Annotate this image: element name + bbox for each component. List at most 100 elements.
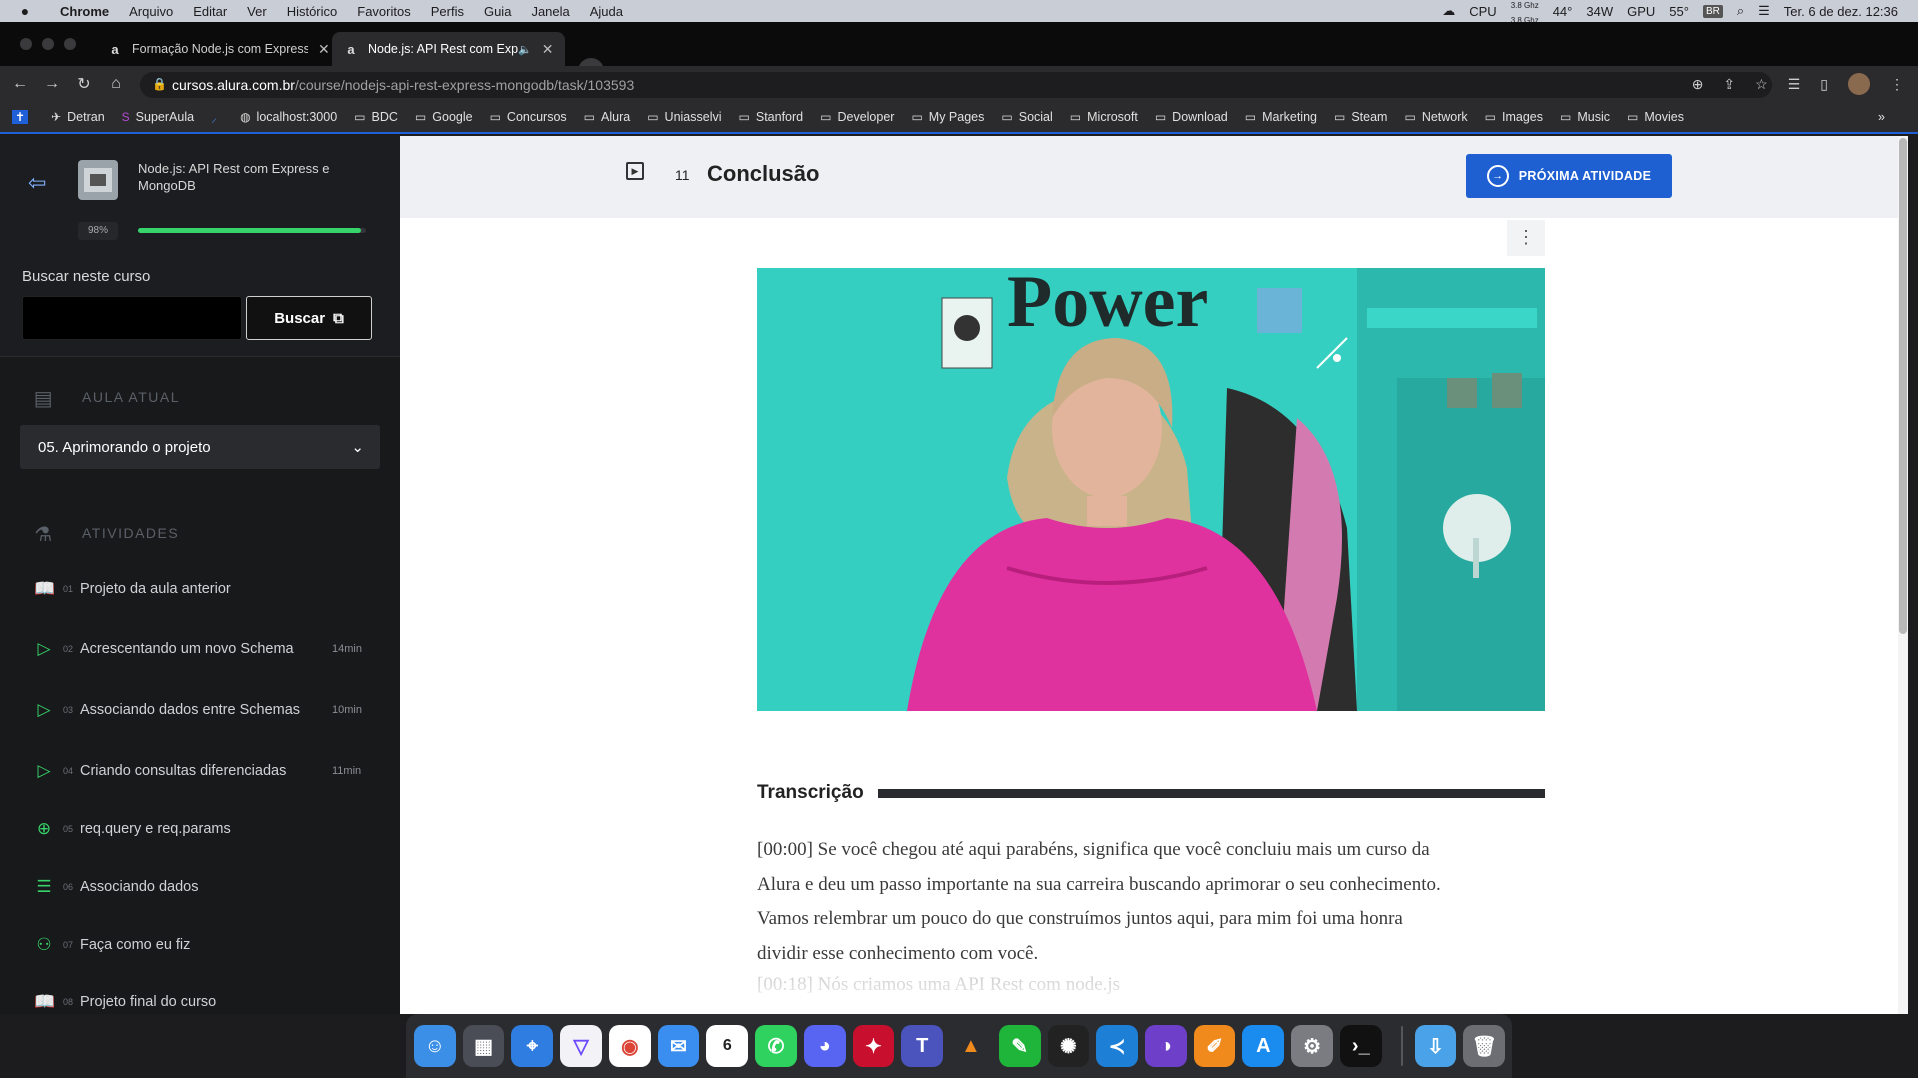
- teams-icon[interactable]: T: [901, 1025, 944, 1067]
- back-arrow-icon[interactable]: ←: [4, 75, 36, 93]
- forward-arrow-icon[interactable]: →: [36, 75, 68, 93]
- bookmark-folder-images[interactable]: ▭ Images: [1485, 110, 1543, 124]
- bookmark-folder-bdc[interactable]: ▭ BDC: [354, 110, 398, 124]
- bookmark-folder-social[interactable]: ▭ Social: [1001, 110, 1052, 124]
- current-lesson-dropdown[interactable]: 05. Aprimorando o projeto ⌄: [20, 425, 380, 469]
- menu-app-chrome[interactable]: Chrome: [60, 4, 109, 19]
- reading-list-icon[interactable]: ☰: [1788, 76, 1801, 93]
- menu-ver[interactable]: Ver: [247, 4, 267, 19]
- discord-icon[interactable]: ◕: [803, 1025, 846, 1067]
- apple-menu-icon[interactable]: ●: [18, 3, 32, 19]
- reload-icon[interactable]: ↻: [68, 74, 100, 94]
- zoom-window-button[interactable]: [64, 38, 76, 50]
- bookmark-folder-steam[interactable]: ▭ Steam: [1334, 110, 1387, 124]
- tab-formacao-nodejs[interactable]: a Formação Node.js com Express ✕: [96, 32, 342, 66]
- menu-favoritos[interactable]: Favoritos: [357, 4, 410, 19]
- back-to-course-icon[interactable]: ⇦: [28, 170, 46, 196]
- bookmark-folder-alura[interactable]: ▭ Alura: [584, 110, 631, 124]
- menu-ajuda[interactable]: Ajuda: [590, 4, 623, 19]
- zoom-icon[interactable]: ⊕: [1692, 76, 1704, 93]
- scrollbar-thumb[interactable]: [1899, 138, 1907, 634]
- bookmark-folder-stanford[interactable]: ▭ Stanford: [739, 110, 804, 124]
- bookmark-superaula[interactable]: S SuperAula: [122, 110, 194, 124]
- menu-perfis[interactable]: Perfis: [431, 4, 464, 19]
- chrome-menu-icon[interactable]: ⋮: [1890, 76, 1904, 93]
- bookmark-folder-google[interactable]: ▭ Google: [415, 110, 473, 124]
- safari-icon[interactable]: ⌖: [511, 1025, 554, 1067]
- side-panel-icon[interactable]: ▯: [1820, 76, 1828, 93]
- activity-item[interactable]: ▷ 02 Acrescentando um novo Schema 14min: [0, 634, 400, 664]
- activity-item[interactable]: ▷ 03 Associando dados entre Schemas 10mi…: [0, 695, 400, 725]
- bookmark-star-icon[interactable]: ☆: [1755, 76, 1768, 93]
- next-activity-button[interactable]: → PRÓXIMA ATIVIDADE: [1466, 154, 1672, 198]
- bookmark-folder-my-pages[interactable]: ▭ My Pages: [911, 110, 984, 124]
- mail-icon[interactable]: ✉: [657, 1025, 700, 1067]
- activity-item[interactable]: ⚇ 07 Faça como eu fiz: [0, 930, 400, 960]
- terminal-icon[interactable]: ›_: [1339, 1025, 1382, 1067]
- bookmark-pinned[interactable]: ✝: [12, 110, 34, 124]
- menu-guia[interactable]: Guia: [484, 4, 511, 19]
- system-settings-icon[interactable]: ⚙: [1291, 1025, 1333, 1067]
- input-language[interactable]: BR: [1702, 4, 1723, 18]
- menu-historico[interactable]: Histórico: [287, 4, 338, 19]
- search-icon[interactable]: ⌕: [1737, 3, 1744, 19]
- pencil-app-icon[interactable]: ✐: [1193, 1025, 1236, 1067]
- utility-app-icon[interactable]: ✺: [1047, 1025, 1090, 1067]
- home-icon[interactable]: ⌂: [100, 75, 132, 93]
- downloads-folder-icon[interactable]: ⇩: [1414, 1025, 1457, 1067]
- lock-icon[interactable]: 🔒: [152, 77, 167, 91]
- bookmark-folder-microsoft[interactable]: ▭ Microsoft: [1070, 110, 1138, 124]
- bookmark-localhost[interactable]: ◍ localhost:3000: [240, 110, 337, 124]
- bookmark-detran[interactable]: ✈ Detran: [51, 110, 105, 124]
- activity-item[interactable]: 📖 01 Projeto da aula anterior: [0, 574, 400, 604]
- video-player[interactable]: Power: [757, 268, 1545, 711]
- menu-editar[interactable]: Editar: [193, 4, 227, 19]
- audio-playing-icon[interactable]: 🔈: [518, 43, 532, 56]
- proton-vpn-icon[interactable]: ▽: [560, 1025, 602, 1067]
- bookmark-folder-download[interactable]: ▭ Download: [1155, 110, 1228, 124]
- bookmark-folder-developer[interactable]: ▭ Developer: [820, 110, 894, 124]
- share-icon[interactable]: ⇪: [1723, 76, 1735, 93]
- github-desktop-icon[interactable]: ◑: [1145, 1025, 1187, 1067]
- minimize-window-button[interactable]: [42, 38, 54, 50]
- clock[interactable]: Ter. 6 de dez. 12:36: [1784, 4, 1898, 19]
- activity-item[interactable]: ☰ 06 Associando dados: [0, 872, 400, 902]
- activity-item[interactable]: ⊕ 05 req.query e req.params: [0, 814, 400, 844]
- bookmark-folder-network[interactable]: ▭ Network: [1404, 110, 1467, 124]
- finder-icon[interactable]: ☺: [414, 1025, 456, 1067]
- close-window-button[interactable]: [20, 38, 32, 50]
- search-button[interactable]: Buscar ⧉: [246, 296, 372, 340]
- tab-nodejs-api-rest[interactable]: a Node.js: API Rest com Expr 🔈 ✕: [332, 32, 566, 66]
- course-title[interactable]: Node.js: API Rest com Express e MongoDB: [138, 160, 358, 194]
- vlc-icon[interactable]: ▲: [950, 1025, 992, 1067]
- bookmark-folder-concursos[interactable]: ▭ Concursos: [490, 110, 567, 124]
- more-options-icon[interactable]: ⋮: [1507, 220, 1545, 256]
- menu-janela[interactable]: Janela: [531, 4, 569, 19]
- close-tab-icon[interactable]: ✕: [318, 41, 330, 58]
- chrome-icon[interactable]: ◉: [608, 1025, 651, 1067]
- pen-app-icon[interactable]: ✎: [998, 1025, 1041, 1067]
- close-tab-icon[interactable]: ✕: [542, 41, 554, 58]
- bookmark-folder-music[interactable]: ▭ Music: [1560, 110, 1610, 124]
- calendar-icon[interactable]: 6: [706, 1025, 749, 1067]
- url-field[interactable]: 🔒 cursos.alura.com.br/course/nodejs-api-…: [140, 72, 1772, 98]
- bookmark-separator-link[interactable]: ⸝: [211, 109, 223, 126]
- launchpad-icon[interactable]: ▦: [462, 1025, 505, 1067]
- bookmark-folder-movies[interactable]: ▭ Movies: [1627, 110, 1684, 124]
- activity-item[interactable]: 📖 08 Projeto final do curso: [0, 987, 400, 1014]
- profile-avatar[interactable]: [1848, 73, 1870, 95]
- bookmarks-overflow-button[interactable]: »: [1878, 110, 1885, 124]
- trash-icon[interactable]: 🗑: [1463, 1025, 1506, 1067]
- menu-arquivo[interactable]: Arquivo: [129, 4, 173, 19]
- whatsapp-icon[interactable]: ✆: [755, 1025, 797, 1067]
- app-store-icon[interactable]: A: [1242, 1025, 1285, 1067]
- cloud-icon[interactable]: ☁: [1442, 3, 1455, 19]
- course-search-input[interactable]: [22, 296, 242, 340]
- app-red-icon[interactable]: ✦: [852, 1025, 895, 1067]
- activity-item[interactable]: ▷ 04 Criando consultas diferenciadas 11m…: [0, 756, 400, 786]
- bookmark-folder-uniasselvi[interactable]: ▭ Uniasselvi: [647, 110, 721, 124]
- vscode-icon[interactable]: ≺: [1096, 1025, 1139, 1067]
- bookmark-folder-marketing[interactable]: ▭ Marketing: [1245, 110, 1317, 124]
- page-scrollbar[interactable]: [1898, 136, 1908, 1014]
- control-center-icon[interactable]: ☰: [1758, 3, 1770, 19]
